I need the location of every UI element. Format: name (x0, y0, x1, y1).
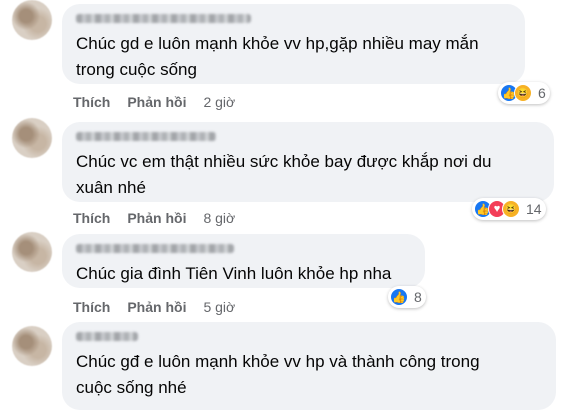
comment-time[interactable]: 5 giờ (203, 299, 235, 315)
comment-actions: Thích Phản hồi 2 giờ (73, 94, 235, 110)
comment-time[interactable]: 2 giờ (203, 94, 235, 110)
comment-text: Chúc gia đình Tiên Vinh luôn khỏe hp nha (76, 264, 392, 283)
reaction-count: 6 (538, 85, 546, 101)
like-link[interactable]: Thích (73, 210, 110, 226)
avatar[interactable] (12, 118, 52, 158)
blurred-commenter-name[interactable] (76, 332, 138, 341)
comment-actions: Thích Phản hồi 8 giờ (73, 210, 235, 226)
comment-bubble: Chúc gd e luôn mạnh khỏe vv hp,gặp nhiều… (62, 4, 525, 84)
like-icon: 👍 (390, 288, 408, 306)
comment-bubble: Chúc gđ e luôn mạnh khỏe vv hp và thành … (62, 322, 556, 410)
blurred-commenter-name[interactable] (76, 14, 251, 23)
comment-time[interactable]: 8 giờ (203, 210, 235, 226)
reaction-count: 14 (526, 201, 542, 217)
comment-bubble: Chúc gia đình Tiên Vinh luôn khỏe hp nha (62, 234, 425, 288)
comment-text: Chúc vc em thật nhiều sức khỏe bay được … (76, 152, 492, 197)
reply-link[interactable]: Phản hồi (127, 210, 186, 226)
haha-icon: 😆 (514, 84, 532, 102)
avatar[interactable] (12, 326, 52, 366)
reaction-count: 8 (414, 289, 422, 305)
reaction-summary[interactable]: 👍 ♥ 😆 14 (472, 198, 546, 220)
blurred-commenter-name[interactable] (76, 132, 216, 141)
haha-icon: 😆 (502, 200, 520, 218)
blurred-commenter-name[interactable] (76, 244, 234, 253)
comment-actions: Thích Phản hồi 5 giờ (73, 299, 235, 315)
avatar[interactable] (12, 0, 52, 40)
comment-text: Chúc gd e luôn mạnh khỏe vv hp,gặp nhiều… (76, 34, 479, 79)
reaction-summary[interactable]: 👍 8 (388, 286, 426, 308)
comment-bubble: Chúc vc em thật nhiều sức khỏe bay được … (62, 122, 554, 202)
like-link[interactable]: Thích (73, 94, 110, 110)
comment-text: Chúc gđ e luôn mạnh khỏe vv hp và thành … (76, 352, 480, 397)
like-link[interactable]: Thích (73, 299, 110, 315)
reaction-summary[interactable]: 👍 😆 6 (498, 82, 550, 104)
avatar[interactable] (12, 232, 52, 272)
reply-link[interactable]: Phản hồi (127, 94, 186, 110)
reply-link[interactable]: Phản hồi (127, 299, 186, 315)
